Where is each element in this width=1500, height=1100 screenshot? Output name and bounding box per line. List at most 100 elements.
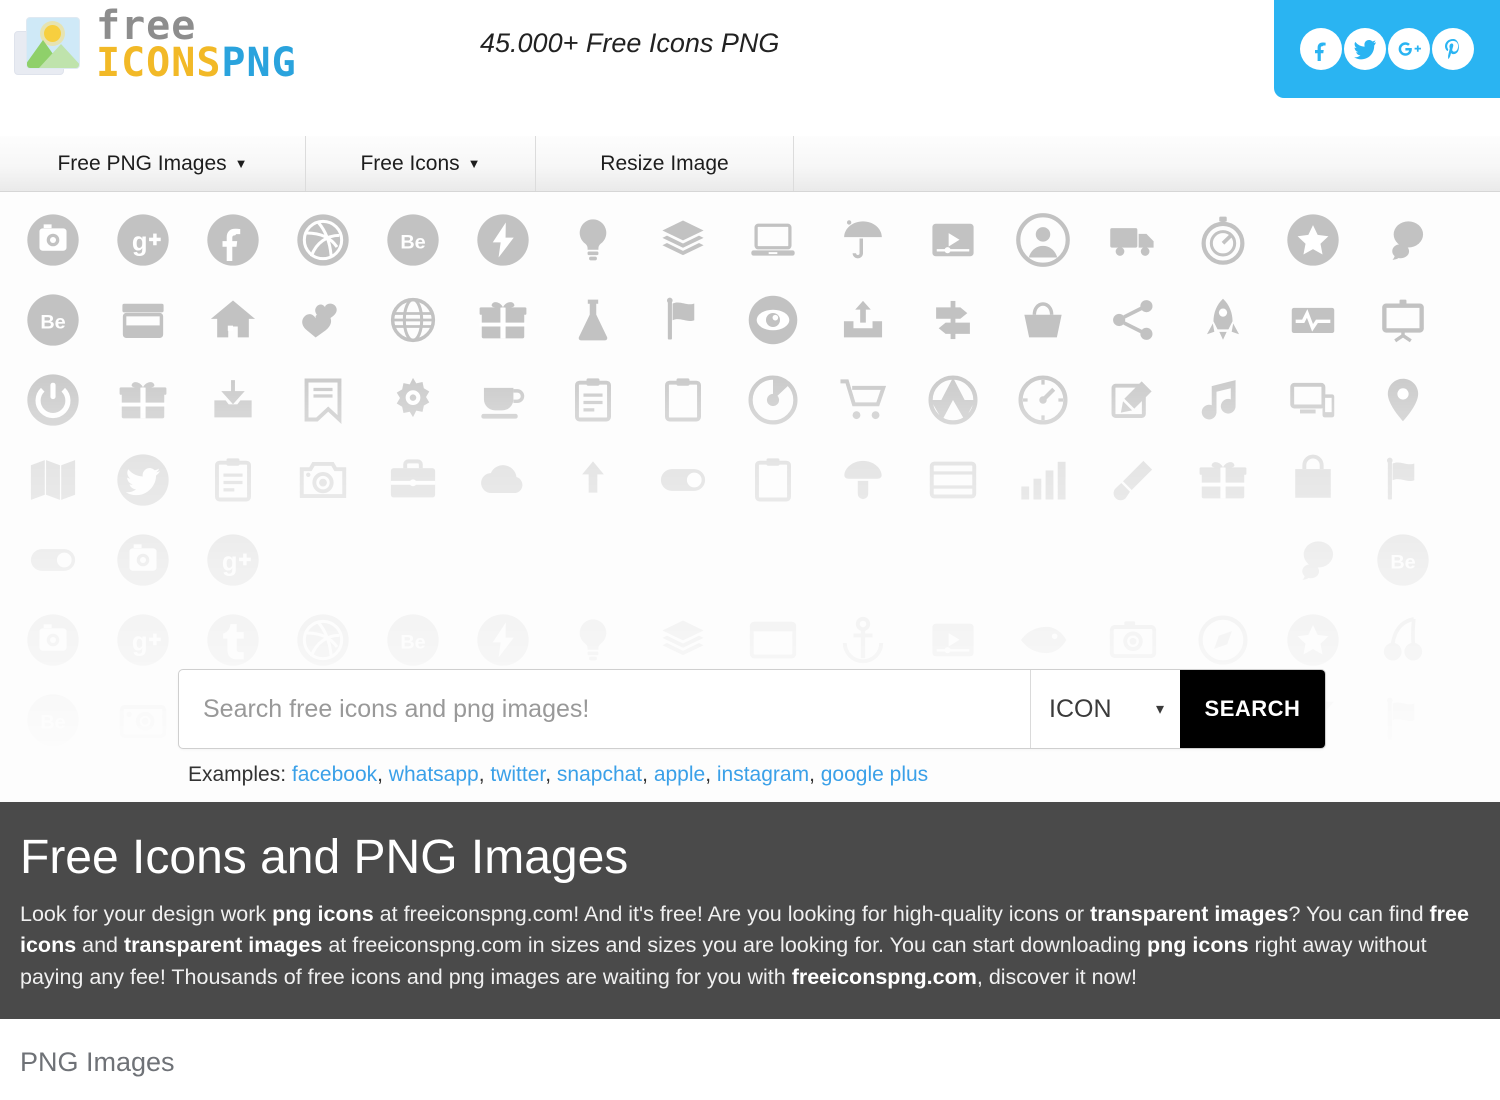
nav-item-free-icons[interactable]: Free Icons ▼ bbox=[306, 136, 536, 191]
behance-icon: Be bbox=[1358, 520, 1448, 600]
google-plus-icon[interactable] bbox=[1388, 28, 1430, 70]
music-note-icon bbox=[1178, 360, 1268, 440]
promo-emphasis: png icons bbox=[272, 901, 374, 926]
placeholder-icon bbox=[1088, 520, 1178, 600]
facebook-icon bbox=[188, 200, 278, 280]
promo-emphasis: transparent images bbox=[1090, 901, 1289, 926]
svg-text:g: g bbox=[132, 628, 148, 656]
signal-icon bbox=[998, 440, 1088, 520]
examples-label: Examples: bbox=[188, 763, 287, 786]
flask-icon bbox=[548, 280, 638, 360]
behance-icon: Be bbox=[8, 680, 98, 760]
flag-icon bbox=[1358, 680, 1448, 760]
promo-text: , discover it now! bbox=[976, 964, 1137, 989]
search-input[interactable] bbox=[179, 670, 1030, 748]
chevron-down-icon: ▼ bbox=[467, 156, 481, 171]
search-type-select[interactable]: ICONPNG bbox=[1030, 670, 1180, 748]
site-logo[interactable]: free ICONSPNG bbox=[8, 6, 297, 83]
chat-bubbles-icon bbox=[1358, 200, 1448, 280]
laptop-icon bbox=[728, 200, 818, 280]
aperture-icon bbox=[908, 360, 998, 440]
placeholder-icon bbox=[278, 520, 368, 600]
logo-line-iconspng: ICONSPNG bbox=[96, 43, 297, 83]
placeholder-icon bbox=[368, 520, 458, 600]
search-bar: ICONPNG ▾ SEARCH bbox=[178, 669, 1326, 749]
download-tray-icon bbox=[188, 360, 278, 440]
twitter-icon bbox=[98, 440, 188, 520]
svg-text:g: g bbox=[132, 228, 148, 256]
flag-icon bbox=[638, 280, 728, 360]
toggle-icon bbox=[8, 520, 98, 600]
google-plus-icon: g bbox=[188, 520, 278, 600]
promo-text: ? You can find bbox=[1288, 901, 1430, 926]
power-icon bbox=[8, 360, 98, 440]
example-link-whatsapp[interactable]: whatsapp bbox=[389, 763, 479, 786]
promo-text: at freeiconspng.com in sizes and sizes y… bbox=[322, 933, 1148, 958]
truck-icon bbox=[1088, 200, 1178, 280]
behance-icon: Be bbox=[8, 280, 98, 360]
placeholder-icon bbox=[548, 520, 638, 600]
search-button[interactable]: SEARCH bbox=[1180, 670, 1325, 748]
svg-text:Be: Be bbox=[1390, 551, 1415, 573]
toggle-icon bbox=[638, 440, 728, 520]
flash-icon bbox=[458, 200, 548, 280]
examples-link-list: facebook, whatsapp, twitter, snapchat, a… bbox=[291, 763, 929, 786]
anchor-icon bbox=[818, 600, 908, 680]
upload-icon bbox=[818, 280, 908, 360]
clipboard-list-icon bbox=[548, 360, 638, 440]
nav-label: Free PNG Images bbox=[57, 151, 227, 175]
video-player-icon bbox=[908, 600, 998, 680]
photo-stack-icon bbox=[8, 9, 86, 81]
example-link-google-plus[interactable]: google plus bbox=[821, 763, 928, 786]
shopping-bag-icon bbox=[1268, 440, 1358, 520]
facebook-icon[interactable] bbox=[1300, 28, 1342, 70]
brush-icon bbox=[1088, 440, 1178, 520]
example-link-snapchat[interactable]: snapchat bbox=[557, 763, 642, 786]
heart-cloud-icon bbox=[278, 280, 368, 360]
twitter-icon[interactable] bbox=[1344, 28, 1386, 70]
placeholder-icon bbox=[1178, 520, 1268, 600]
main-navigation: Free PNG Images ▼ Free Icons ▼ Resize Im… bbox=[0, 136, 1500, 192]
star-icon bbox=[1268, 600, 1358, 680]
nav-item-free-png-images[interactable]: Free PNG Images ▼ bbox=[0, 136, 306, 191]
placeholder-icon bbox=[458, 520, 548, 600]
cloud-icon bbox=[458, 440, 548, 520]
svg-text:Be: Be bbox=[40, 711, 65, 733]
instagram-icon bbox=[98, 520, 188, 600]
promo-emphasis: freeiconspng.com bbox=[791, 964, 977, 989]
pinterest-icon[interactable] bbox=[1432, 28, 1474, 70]
example-link-instagram[interactable]: instagram bbox=[717, 763, 809, 786]
gift-icon bbox=[458, 280, 548, 360]
flash-icon bbox=[458, 600, 548, 680]
svg-text:Be: Be bbox=[400, 631, 425, 653]
instagram-icon bbox=[8, 200, 98, 280]
user-circle-icon bbox=[998, 200, 1088, 280]
placeholder-icon bbox=[728, 520, 818, 600]
logo-word-icons: ICONS bbox=[96, 39, 222, 86]
nav-item-resize-image[interactable]: Resize Image bbox=[536, 136, 794, 191]
placeholder-icon bbox=[818, 520, 908, 600]
map-pin-icon bbox=[1358, 360, 1448, 440]
camera-frame-icon bbox=[98, 680, 188, 760]
example-link-twitter[interactable]: twitter bbox=[490, 763, 545, 786]
video-player-icon bbox=[908, 200, 998, 280]
globe-icon bbox=[368, 280, 458, 360]
example-link-facebook[interactable]: facebook bbox=[292, 763, 377, 786]
svg-text:g: g bbox=[222, 548, 238, 576]
gauge-icon bbox=[998, 360, 1088, 440]
placeholder-icon bbox=[908, 520, 998, 600]
upload-arrow-icon bbox=[548, 440, 638, 520]
page-title: 45.000+ Free Icons PNG bbox=[480, 28, 780, 58]
example-link-apple[interactable]: apple bbox=[654, 763, 705, 786]
layers-icon bbox=[638, 200, 728, 280]
nav-label: Free Icons bbox=[360, 151, 460, 175]
example-searches: Examples: facebook, whatsapp, twitter, s… bbox=[178, 763, 1326, 787]
home-icon bbox=[188, 280, 278, 360]
film-icon bbox=[908, 440, 998, 520]
disc-icon bbox=[728, 360, 818, 440]
promo-text: Look for your design work bbox=[20, 901, 273, 926]
camera-icon bbox=[278, 440, 368, 520]
section-heading-png-images: PNG Images bbox=[20, 1046, 175, 1077]
behance-icon: Be bbox=[368, 200, 458, 280]
briefcase-icon bbox=[368, 440, 458, 520]
